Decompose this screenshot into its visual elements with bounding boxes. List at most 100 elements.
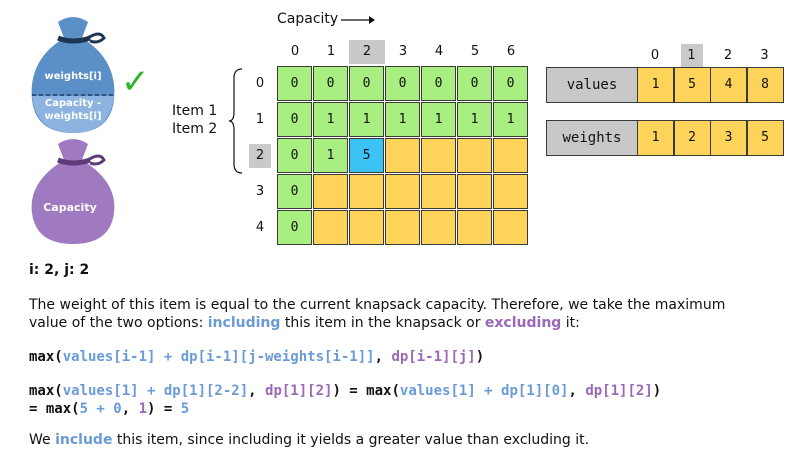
text-span: it:	[561, 315, 580, 331]
dp-cell: 1	[457, 102, 492, 137]
values-label: values	[546, 67, 638, 103]
capacity-bag-icon	[31, 139, 115, 244]
dp-cell: 0	[421, 66, 456, 101]
explanation-line-1: The weight of this item is equal to the …	[29, 297, 726, 313]
grid-col-header: 5	[470, 44, 480, 59]
text-span: max(	[29, 383, 63, 399]
dp-cell: 5	[349, 138, 384, 173]
weights-cell: 3	[710, 120, 747, 156]
dp-cell	[349, 174, 384, 209]
dp-cell: 0	[493, 66, 528, 101]
bag-weights-label: weights[i]	[44, 71, 102, 82]
text-span: max(	[29, 349, 63, 365]
weights-cell: 2	[673, 120, 711, 156]
grid-col-header: 6	[506, 44, 516, 59]
conclusion-line: We include this item, since including it…	[29, 432, 589, 448]
text-span: )	[475, 349, 485, 365]
dp-cell	[385, 174, 420, 209]
formula-exclude-term: dp[1][2]	[265, 383, 333, 399]
vector-index-header: 1	[680, 44, 703, 68]
dp-cell	[385, 210, 420, 245]
text-span: ,	[248, 383, 266, 399]
bag-capacity-label: Capacity	[43, 201, 97, 214]
dp-cell	[313, 174, 348, 209]
explanation-line-2: value of the two options: including this…	[29, 315, 580, 331]
formula-result: = max(5 + 0, 1) = 5	[29, 401, 189, 417]
formula-include-term: 5 + 0	[79, 401, 122, 417]
vector-index-header: 2	[723, 48, 733, 63]
dp-cell	[421, 174, 456, 209]
text-span: = max(	[29, 401, 80, 417]
dp-cell: 0	[277, 174, 312, 209]
weights-cell: 1	[637, 120, 674, 156]
dp-cell: 0	[277, 210, 312, 245]
dp-cell: 0	[277, 138, 312, 173]
text-span: ) = max(	[332, 383, 400, 399]
text-span: this item in the knapsack or	[280, 315, 485, 331]
dp-cell: 1	[493, 102, 528, 137]
dp-cell: 1	[421, 102, 456, 137]
values-cell: 5	[673, 67, 711, 103]
dp-cell: 0	[349, 66, 384, 101]
grid-col-header: 0	[290, 44, 300, 59]
bag-capacity-minus-label: Capacity - weights[i]	[44, 98, 102, 122]
grid-col-header: 4	[434, 44, 444, 59]
dp-cell	[457, 174, 492, 209]
dp-cell: 0	[277, 66, 312, 101]
dp-cell: 1	[313, 102, 348, 137]
formula-substituted: max(values[1] + dp[1][2-2], dp[1][2]) = …	[29, 383, 661, 399]
check-icon: ✓	[121, 62, 150, 102]
formula-exclude-term: dp[i-1][j]	[391, 349, 476, 365]
weights-cell: 5	[746, 120, 784, 156]
excluding-keyword: excluding	[484, 315, 562, 331]
formula-include-term: values[1] + dp[1][0]	[399, 383, 569, 399]
include-keyword: include	[55, 432, 113, 448]
dp-cell	[385, 138, 420, 173]
text-span: ,	[374, 349, 392, 365]
grid-col-header: 1	[326, 44, 336, 59]
vector-index-header: 0	[650, 48, 660, 63]
dp-cell	[457, 138, 492, 173]
item-1-label: Item 1	[172, 103, 218, 119]
dp-cell	[313, 210, 348, 245]
dp-table: 0000000011111101500	[277, 66, 529, 246]
dp-cell: 0	[457, 66, 492, 101]
text-span: ) =	[147, 401, 181, 417]
formula-result-value: 5	[180, 401, 190, 417]
dp-cell: 0	[385, 66, 420, 101]
formula-exclude-term: dp[1][2]	[585, 383, 653, 399]
text-span: We	[29, 432, 56, 448]
text-span: this item, since including it yields a g…	[112, 432, 590, 448]
dp-cell	[457, 210, 492, 245]
text-span: ,	[121, 401, 139, 417]
grid-row-header: 1	[255, 112, 265, 127]
dp-cell: 0	[313, 66, 348, 101]
dp-cell	[349, 210, 384, 245]
dp-cell: 0	[277, 102, 312, 137]
including-keyword: including	[207, 315, 281, 331]
dp-cell	[421, 138, 456, 173]
text-span: )	[652, 383, 662, 399]
weights-label: weights	[546, 120, 638, 156]
brace-icon	[228, 68, 243, 174]
grid-row-header: 4	[255, 220, 265, 235]
arrow-right-icon	[341, 16, 375, 24]
dp-cell	[421, 210, 456, 245]
dp-cell	[493, 174, 528, 209]
formula-exclude-term: 1	[138, 401, 148, 417]
item-2-label: Item 2	[172, 121, 218, 137]
text-span: value of the two options:	[29, 315, 208, 331]
dp-cell: 1	[385, 102, 420, 137]
grid-row-header: 2	[249, 144, 271, 168]
dp-cell: 1	[313, 138, 348, 173]
values-cell: 4	[710, 67, 747, 103]
grid-row-header: 0	[255, 76, 265, 91]
grid-row-header: 3	[255, 184, 265, 199]
ij-indicator: i: 2, j: 2	[29, 262, 90, 278]
formula-include-term: values[i-1] + dp[i-1][j-weights[i-1]]	[62, 349, 375, 365]
dp-cell: 1	[349, 102, 384, 137]
vector-index-header: 3	[760, 48, 769, 63]
values-cell: 1	[637, 67, 674, 103]
formula-include-term: values[1] + dp[1][2-2]	[62, 383, 249, 399]
text-span: ,	[568, 383, 586, 399]
